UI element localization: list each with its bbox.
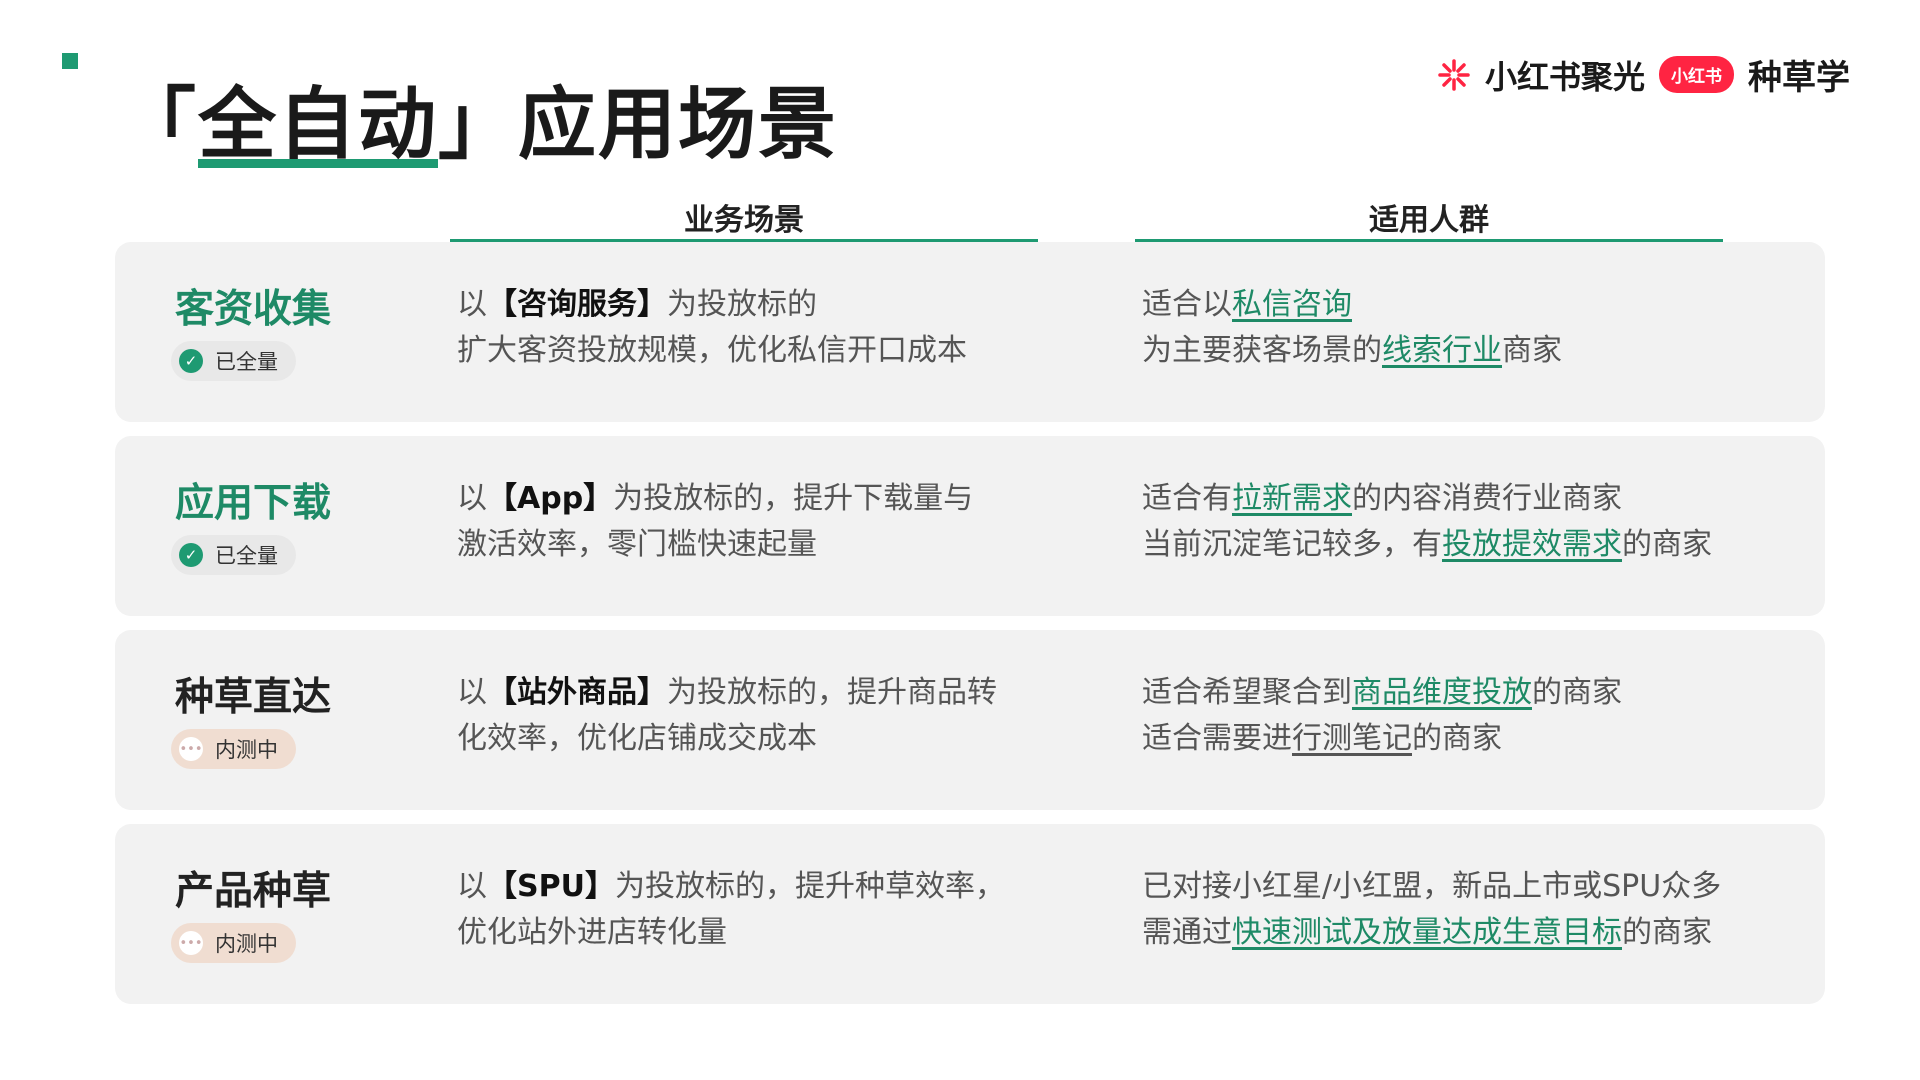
page-title: 「全自动」应用场景	[118, 62, 838, 174]
biz-prefix: 以	[457, 675, 487, 710]
aud-highlight-link: 商品维度投放	[1352, 675, 1532, 710]
biz-line2: 扩大客资投放规模，优化私信开口成本	[457, 333, 967, 368]
biz-prefix: 以	[457, 869, 487, 904]
business-description: 以【SPU】为投放标的，提升种草效率， 优化站外进店转化量	[457, 864, 1057, 956]
title-bracket-open: 「	[118, 80, 199, 170]
brand-spark-icon	[1438, 58, 1470, 91]
aud-text: 商家	[1502, 333, 1562, 368]
scenario-row-app-download: 应用下载 ✓ 已全量 以【App】为投放标的，提升下载量与 激活效率，零门槛快速起…	[115, 436, 1825, 616]
audience-description: 已对接小红星/小红盟，新品上市或SPU众多 需通过快速测试及放量达成生意目标的商…	[1142, 864, 1802, 956]
status-badge: ✓ 已全量	[171, 341, 296, 381]
brand-subtitle: 种草学	[1748, 58, 1850, 98]
business-description: 以【咨询服务】为投放标的 扩大客资投放规模，优化私信开口成本	[457, 282, 1057, 374]
column-header-audience: 适用人群	[1135, 195, 1723, 242]
biz-target: 【App】	[487, 481, 614, 516]
biz-suffix: 为投放标的，提升下载量与	[613, 481, 974, 516]
aud-text: 的商家	[1622, 527, 1712, 562]
audience-description: 适合有拉新需求的内容消费行业商家 当前沉淀笔记较多，有投放提效需求的商家	[1142, 476, 1802, 568]
status-label: 已全量	[215, 544, 278, 568]
status-badge: ✓ 已全量	[171, 535, 296, 575]
biz-line2: 优化站外进店转化量	[457, 915, 727, 950]
biz-target: 【SPU】	[487, 869, 615, 904]
business-description: 以【站外商品】为投放标的，提升商品转 化效率，优化店铺成交成本	[457, 670, 1057, 762]
status-badge: ••• 内测中	[171, 729, 296, 769]
scenario-row-direct-seeding: 种草直达 ••• 内测中 以【站外商品】为投放标的，提升商品转 化效率，优化店铺成…	[115, 630, 1825, 810]
title-rest: 应用场景	[518, 80, 839, 170]
scenario-name: 产品种草	[175, 869, 332, 914]
brand-badge: 小红书	[1659, 56, 1734, 93]
column-header-business: 业务场景	[450, 195, 1038, 242]
title-bracket-close: 」	[438, 80, 519, 170]
aud-text: 适合需要进	[1142, 721, 1292, 756]
ellipsis-icon: •••	[179, 931, 203, 955]
biz-suffix: 为投放标的，提升商品转	[667, 675, 997, 710]
status-label: 内测中	[215, 738, 278, 762]
aud-highlight-link: 快速测试及放量达成生意目标	[1232, 915, 1622, 950]
scenario-name: 客资收集	[175, 287, 332, 332]
aud-highlight-link: 拉新需求	[1232, 481, 1352, 516]
scenario-row-lead-collection: 客资收集 ✓ 已全量 以【咨询服务】为投放标的 扩大客资投放规模，优化私信开口成本…	[115, 242, 1825, 422]
check-icon: ✓	[179, 349, 203, 373]
biz-suffix: 为投放标的	[667, 287, 817, 322]
biz-target: 【站外商品】	[487, 675, 667, 710]
brand-logo: 小红书聚光 小红书 种草学	[1437, 50, 1850, 99]
aud-text: 适合以	[1142, 287, 1232, 322]
aud-text: 适合希望聚合到	[1142, 675, 1352, 710]
scenario-name: 应用下载	[175, 481, 332, 526]
brand-name: 小红书聚光	[1484, 57, 1645, 96]
scenario-row-product-seeding: 产品种草 ••• 内测中 以【SPU】为投放标的，提升种草效率， 优化站外进店转化…	[115, 824, 1825, 1004]
scenario-name: 种草直达	[175, 675, 332, 720]
aud-text: 已对接小红星/小红盟，新品上市或SPU众多	[1142, 869, 1722, 904]
aud-underlined-text: 行测笔记	[1292, 721, 1412, 756]
aud-text: 适合有	[1142, 481, 1232, 516]
biz-target: 【咨询服务】	[487, 287, 667, 322]
biz-prefix: 以	[457, 287, 487, 322]
ellipsis-icon: •••	[179, 737, 203, 761]
aud-text: 的商家	[1412, 721, 1502, 756]
business-description: 以【App】为投放标的，提升下载量与 激活效率，零门槛快速起量	[457, 476, 1057, 568]
biz-line2: 激活效率，零门槛快速起量	[457, 527, 817, 562]
title-highlight: 全自动	[198, 62, 439, 174]
status-label: 内测中	[215, 932, 278, 956]
biz-line2: 化效率，优化店铺成交成本	[457, 721, 817, 756]
corner-accent-square	[62, 53, 78, 69]
aud-highlight-link: 私信咨询	[1232, 287, 1352, 322]
aud-text: 的商家	[1622, 915, 1712, 950]
aud-text: 的内容消费行业商家	[1352, 481, 1622, 516]
audience-description: 适合以私信咨询 为主要获客场景的线索行业商家	[1142, 282, 1802, 374]
biz-suffix: 为投放标的，提升种草效率，	[614, 869, 1005, 904]
aud-highlight-link: 线索行业	[1382, 333, 1502, 368]
aud-text: 为主要获客场景的	[1142, 333, 1382, 368]
aud-highlight-link: 投放提效需求	[1442, 527, 1622, 562]
status-badge: ••• 内测中	[171, 923, 296, 963]
aud-text: 的商家	[1532, 675, 1622, 710]
audience-description: 适合希望聚合到商品维度投放的商家 适合需要进行测笔记的商家	[1142, 670, 1802, 762]
biz-prefix: 以	[457, 481, 487, 516]
status-label: 已全量	[215, 350, 278, 374]
aud-text: 需通过	[1142, 915, 1232, 950]
aud-text: 当前沉淀笔记较多，有	[1142, 527, 1442, 562]
check-icon: ✓	[179, 543, 203, 567]
